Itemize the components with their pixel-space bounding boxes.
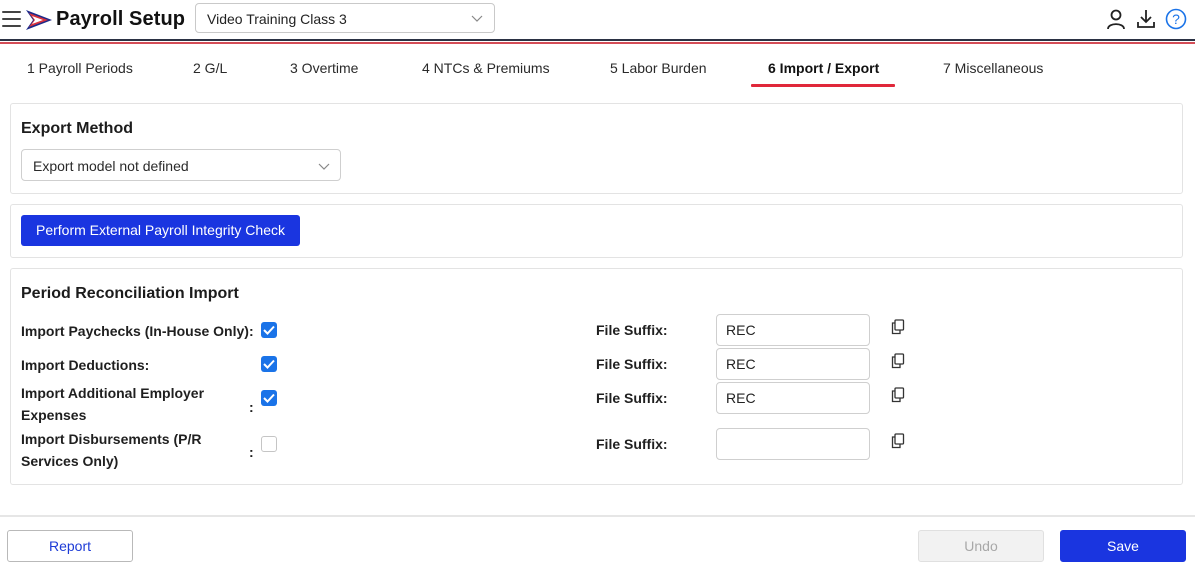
import-deductions-label: Import Deductions:	[21, 357, 150, 373]
import-employer-expenses-label-line1: Import Additional Employer	[21, 385, 205, 401]
checkmark-icon	[263, 393, 275, 403]
tab-payroll-periods[interactable]: 1 Payroll Periods	[27, 60, 133, 76]
help-icon[interactable]: ?	[1165, 8, 1187, 30]
export-method-select[interactable]: Export model not defined	[21, 149, 341, 181]
tab-labor-burden[interactable]: 5 Labor Burden	[610, 60, 707, 76]
import-employer-expenses-label-line2: Expenses	[21, 407, 87, 423]
menu-icon[interactable]	[2, 11, 21, 27]
app-header: Payroll Setup Video Training Class 3 ?	[0, 0, 1195, 40]
footer-divider	[0, 515, 1195, 517]
class-select-value: Video Training Class 3	[207, 11, 347, 27]
file-suffix-label: File Suffix:	[596, 322, 668, 338]
deductions-file-suffix-input[interactable]: REC	[716, 348, 870, 380]
logo-flag-icon	[26, 10, 52, 30]
copy-icon[interactable]	[891, 353, 905, 369]
label-colon: :	[249, 399, 254, 415]
undo-button[interactable]: Undo	[918, 530, 1044, 562]
reconciliation-title: Period Reconciliation Import	[21, 285, 239, 302]
import-disbursements-label-line1: Import Disbursements (P/R	[21, 431, 202, 447]
report-button[interactable]: Report	[7, 530, 133, 562]
checkmark-icon	[263, 359, 275, 369]
tab-miscellaneous[interactable]: 7 Miscellaneous	[943, 60, 1043, 76]
header-divider	[0, 39, 1195, 41]
file-suffix-label: File Suffix:	[596, 356, 668, 372]
file-suffix-label: File Suffix:	[596, 436, 668, 452]
svg-text:?: ?	[1172, 11, 1180, 27]
chevron-down-icon	[471, 15, 483, 22]
import-deductions-checkbox[interactable]	[261, 356, 277, 372]
copy-icon[interactable]	[891, 433, 905, 449]
export-method-title: Export Method	[21, 120, 133, 137]
import-employer-expenses-checkbox[interactable]	[261, 390, 277, 406]
save-button[interactable]: Save	[1060, 530, 1186, 562]
import-disbursements-label-line2: Services Only)	[21, 453, 119, 469]
import-disbursements-label: Import Disbursements (P/R Services Only)	[21, 428, 201, 472]
header-accent-line	[0, 42, 1195, 44]
active-tab-indicator	[751, 84, 895, 87]
file-suffix-label: File Suffix:	[596, 390, 668, 406]
page-title: Payroll Setup	[56, 8, 186, 30]
disbursements-file-suffix-input[interactable]	[716, 428, 870, 460]
reconciliation-panel: Period Reconciliation Import Import Payc…	[10, 268, 1183, 485]
import-employer-expenses-label: Import Additional Employer Expenses	[21, 382, 204, 426]
copy-icon[interactable]	[891, 319, 905, 335]
employer-expenses-file-suffix-input[interactable]: REC	[716, 382, 870, 414]
class-select[interactable]: Video Training Class 3	[195, 3, 495, 33]
tab-overtime[interactable]: 3 Overtime	[290, 60, 358, 76]
import-paychecks-checkbox[interactable]	[261, 322, 277, 338]
import-paychecks-label: Import Paychecks (In-House Only):	[21, 323, 254, 339]
paychecks-file-suffix-input[interactable]: REC	[716, 314, 870, 346]
integrity-check-panel: Perform External Payroll Integrity Check	[10, 204, 1183, 258]
import-disbursements-checkbox[interactable]	[261, 436, 277, 452]
tab-gl[interactable]: 2 G/L	[193, 60, 227, 76]
tab-import-export[interactable]: 6 Import / Export	[768, 60, 879, 76]
tab-ntcs-premiums[interactable]: 4 NTCs & Premiums	[422, 60, 550, 76]
integrity-check-button[interactable]: Perform External Payroll Integrity Check	[21, 215, 300, 246]
chevron-down-icon	[318, 163, 330, 170]
label-colon: :	[249, 444, 254, 460]
export-method-panel: Export Method Export model not defined	[10, 103, 1183, 194]
download-icon[interactable]	[1135, 8, 1157, 30]
copy-icon[interactable]	[891, 387, 905, 403]
checkmark-icon	[263, 325, 275, 335]
user-icon[interactable]	[1105, 8, 1127, 30]
export-method-value: Export model not defined	[33, 158, 189, 174]
